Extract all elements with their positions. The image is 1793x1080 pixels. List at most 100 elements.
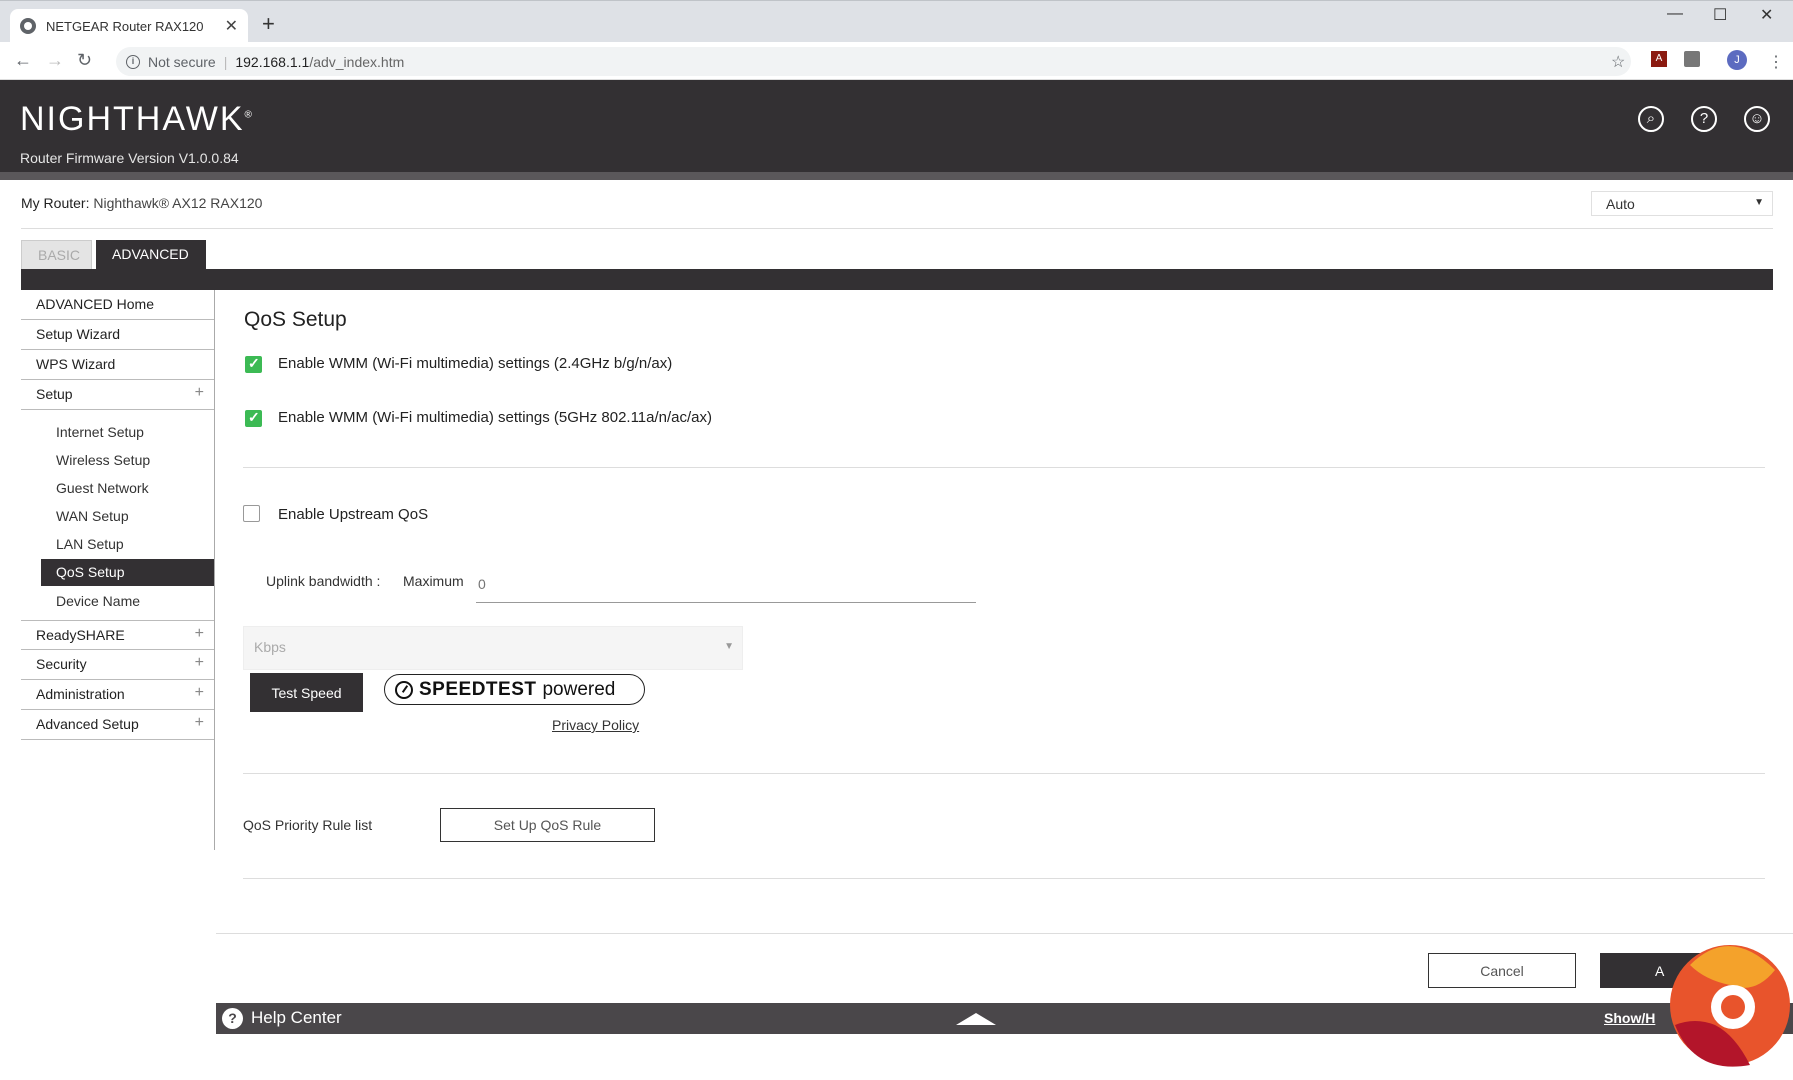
header-stripe [0, 172, 1793, 180]
expand-icon[interactable]: + [195, 625, 204, 643]
forward-icon[interactable]: → [46, 50, 64, 71]
sidebar-item-label: ReadySHARE [36, 627, 125, 643]
minimize-icon[interactable]: — [1667, 5, 1683, 23]
sidebar-item-advanced-setup[interactable]: Advanced Setup + [21, 710, 214, 740]
unit-value: Kbps [254, 639, 286, 655]
firmware-version: Router Firmware Version V1.0.0.84 [20, 150, 239, 166]
sidebar-sub-wireless-setup[interactable]: Wireless Setup [41, 447, 214, 474]
bookmark-star-icon[interactable]: ☆ [1611, 52, 1625, 72]
browser-tab[interactable]: NETGEAR Router RAX120 ✕ [10, 9, 248, 43]
sidebar-item-setup-wizard[interactable]: Setup Wizard [21, 320, 214, 350]
maximum-label: Maximum [403, 573, 464, 589]
wmm-24ghz-label: Enable WMM (Wi-Fi multimedia) settings (… [278, 355, 673, 372]
sidebar-sub-wan-setup[interactable]: WAN Setup [41, 503, 214, 530]
security-label: Not secure [148, 53, 216, 70]
tab-advanced[interactable]: ADVANCED [96, 240, 206, 269]
router-model: Nighthawk® AX12 RAX120 [93, 195, 263, 211]
expand-icon[interactable]: + [195, 384, 204, 402]
sidebar-item-security[interactable]: Security + [21, 650, 214, 680]
sidebar-item-setup[interactable]: Setup + [21, 380, 214, 410]
browser-tab-strip: NETGEAR Router RAX120 ✕ + — ☐ ✕ [0, 0, 1793, 43]
expand-arrow-icon[interactable] [956, 1013, 996, 1025]
bandwidth-unit-select[interactable]: Kbps ▼ [243, 626, 743, 670]
speedtest-powered: powered [542, 678, 616, 700]
divider [216, 933, 1793, 934]
my-router: My Router: Nighthawk® AX12 RAX120 [21, 195, 262, 211]
reload-icon[interactable]: ↻ [77, 50, 92, 71]
url-path: /adv_index.htm [309, 53, 405, 70]
show-hide-link[interactable]: Show/H [1604, 1010, 1655, 1026]
site-watermark-logo [1670, 945, 1790, 1067]
help-center-bar[interactable]: ? Help Center Show/H [216, 1003, 1793, 1034]
browser-tab-title: NETGEAR Router RAX120 [46, 18, 204, 34]
cancel-button[interactable]: Cancel [1428, 953, 1576, 988]
sidebar-item-label: Advanced Setup [36, 716, 139, 732]
close-window-icon[interactable]: ✕ [1760, 5, 1773, 25]
divider [21, 228, 1773, 229]
sidebar: ADVANCED Home Setup Wizard WPS Wizard Se… [21, 290, 215, 850]
router-header: NIGHTHAWK® Router Firmware Version V1.0.… [0, 80, 1793, 172]
chevron-down-icon: ▼ [1754, 197, 1764, 208]
sidebar-item-readyshare[interactable]: ReadySHARE + [21, 620, 214, 650]
help-icon[interactable]: ? [1691, 106, 1717, 132]
sidebar-item-wps-wizard[interactable]: WPS Wizard [21, 350, 214, 380]
uplink-bandwidth-label: Uplink bandwidth : [266, 573, 381, 589]
sidebar-item-label: Administration [36, 686, 125, 702]
profile-avatar[interactable]: J [1727, 50, 1747, 70]
sidebar-item-administration[interactable]: Administration + [21, 680, 214, 710]
sidebar-sub-lan-setup[interactable]: LAN Setup [41, 531, 214, 558]
new-tab-button[interactable]: + [262, 11, 275, 37]
privacy-policy-link[interactable]: Privacy Policy [552, 717, 639, 733]
sidebar-sub-internet-setup[interactable]: Internet Setup [41, 419, 214, 446]
help-center-title: Help Center [251, 1008, 342, 1027]
upstream-qos-checkbox[interactable] [243, 505, 260, 522]
address-bar[interactable]: i Not secure | 192.168.1.1/adv_index.htm [116, 47, 1631, 76]
browser-menu-icon[interactable]: ⋮ [1768, 52, 1784, 72]
maximize-icon[interactable]: ☐ [1713, 5, 1727, 25]
uplink-bandwidth-input[interactable] [476, 565, 976, 603]
expand-icon[interactable]: + [195, 714, 204, 732]
my-router-label: My Router: [21, 195, 90, 211]
sidebar-item-label: Security [36, 656, 87, 672]
nighthawk-logo: NIGHTHAWK® [20, 100, 254, 138]
chevron-down-icon: ▼ [724, 641, 734, 652]
upstream-qos-label: Enable Upstream QoS [278, 506, 429, 523]
setup-qos-rule-button[interactable]: Set Up QoS Rule [440, 808, 655, 842]
info-icon[interactable]: i [126, 54, 140, 69]
logo-text: NIGHTHAWK [20, 100, 245, 138]
sidebar-item-label: Setup [36, 386, 73, 402]
browser-toolbar: ← → ↻ i Not secure | 192.168.1.1/adv_ind… [0, 42, 1793, 80]
sidebar-sub-guest-network[interactable]: Guest Network [41, 475, 214, 502]
sidebar-sub-qos-setup[interactable]: QoS Setup [41, 559, 214, 586]
language-select[interactable]: Auto ▼ [1591, 191, 1773, 216]
divider [243, 878, 1765, 879]
wmm-5ghz-checkbox[interactable] [245, 409, 262, 427]
extension-icon[interactable] [1684, 51, 1700, 67]
wmm-24ghz-checkbox[interactable] [245, 355, 262, 373]
speedtest-brand: SPEEDTEST [419, 678, 537, 700]
help-icon: ? [222, 1008, 243, 1029]
url-host: 192.168.1.1 [235, 53, 310, 70]
tab-basic[interactable]: BASIC [21, 240, 92, 269]
close-tab-icon[interactable]: ✕ [225, 16, 238, 36]
qos-priority-rule-label: QoS Priority Rule list [243, 817, 373, 833]
search-icon[interactable]: ⌕ [1638, 106, 1664, 132]
tab-bar [21, 269, 1773, 290]
divider [243, 773, 1765, 774]
expand-icon[interactable]: + [195, 654, 204, 672]
separator: | [223, 53, 228, 70]
back-icon[interactable]: ← [14, 50, 32, 71]
divider [243, 467, 1765, 468]
sidebar-sub-device-name[interactable]: Device Name [41, 588, 214, 615]
wmm-5ghz-label: Enable WMM (Wi-Fi multimedia) settings (… [278, 409, 713, 426]
language-value: Auto [1606, 196, 1635, 212]
user-icon[interactable]: ☺ [1744, 106, 1770, 132]
globe-icon [20, 18, 36, 34]
page-title: QoS Setup [244, 308, 347, 331]
pdf-extension-icon[interactable]: A [1651, 51, 1667, 67]
speedometer-icon [395, 680, 413, 699]
sidebar-item-advanced-home[interactable]: ADVANCED Home [21, 290, 214, 320]
expand-icon[interactable]: + [195, 684, 204, 702]
speedtest-logo: SPEEDTEST powered [384, 674, 645, 705]
test-speed-button[interactable]: Test Speed [250, 673, 363, 712]
